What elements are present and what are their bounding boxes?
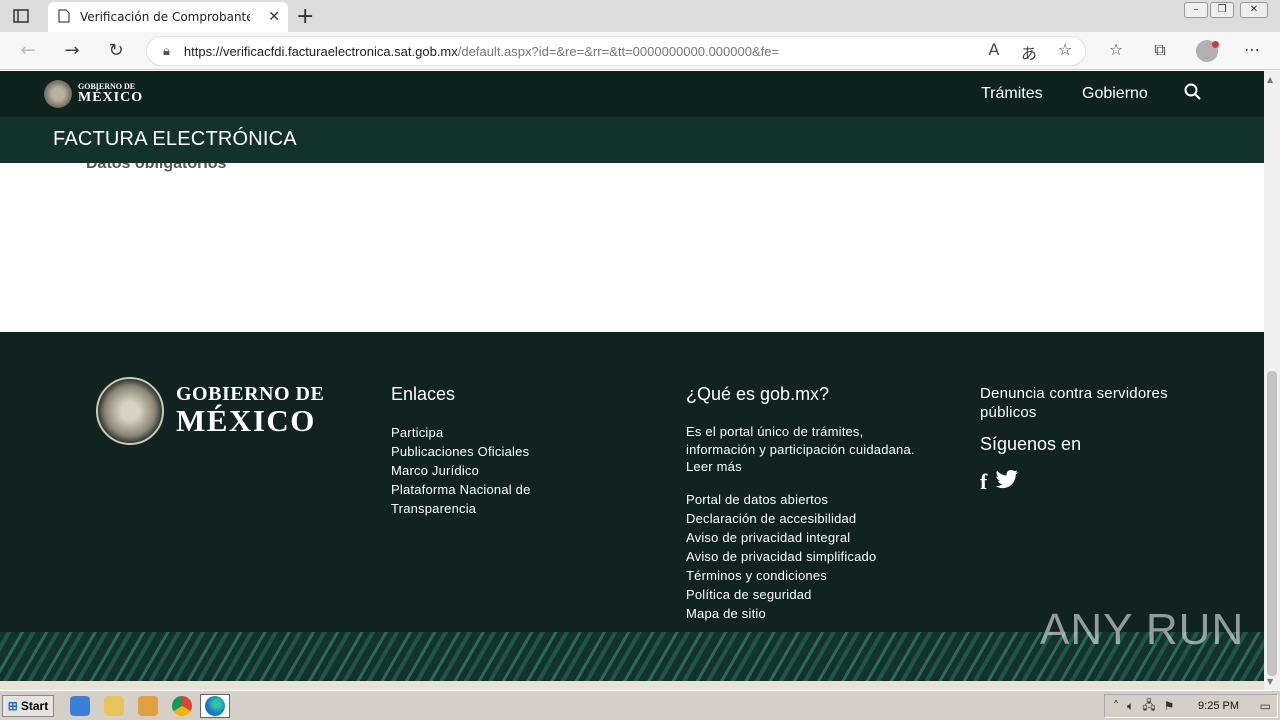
nav-tramites[interactable]: Trámites	[981, 85, 1043, 103]
logo-text-line2: MÉXICO	[78, 90, 144, 105]
edge-icon	[205, 696, 225, 716]
action-center-icon[interactable]: ⚑	[1164, 699, 1175, 713]
profile-status-dot	[1212, 41, 1219, 48]
subheader-bar: FACTURA ELECTRÓNICA	[0, 117, 1264, 163]
more-menu-icon[interactable]: ⋯	[1240, 40, 1264, 59]
footer-logo-line2: MÉXICO	[176, 403, 316, 439]
new-tab-icon[interactable]: +	[296, 4, 314, 29]
facebook-icon[interactable]: f	[980, 469, 987, 495]
scroll-thumb[interactable]	[1267, 371, 1277, 676]
link-publicaciones[interactable]: Publicaciones Oficiales	[391, 442, 591, 461]
back-icon[interactable]: ←	[16, 40, 40, 61]
footer-logo-line1: GOBIERNO DE	[176, 383, 325, 406]
link-terminos[interactable]: Términos y condiciones	[686, 566, 916, 585]
collections-icon[interactable]: ⧉	[1148, 40, 1172, 60]
forward-icon[interactable]: →	[60, 40, 84, 61]
page-icon	[58, 8, 70, 27]
read-aloud-icon[interactable]: A	[982, 40, 1006, 59]
chrome-icon[interactable]	[172, 696, 192, 716]
twitter-icon[interactable]	[995, 469, 1019, 495]
link-seguridad[interactable]: Política de seguridad	[686, 585, 916, 604]
mexico-seal-icon	[44, 80, 72, 108]
browser-tab[interactable]: Verificación de Comprobantes Fi ✕	[48, 2, 288, 32]
close-tab-icon[interactable]: ✕	[268, 9, 280, 25]
page-bottom-strip	[0, 681, 1264, 690]
nav-gobierno[interactable]: Gobierno	[1082, 85, 1148, 103]
gob-header: GOBIERNO DE MÉXICO Trámites Gobierno	[0, 71, 1264, 117]
link-accesibilidad[interactable]: Declaración de accesibilidad	[686, 509, 916, 528]
windows-logo-icon: ⊞	[7, 699, 18, 713]
refresh-icon[interactable]: ↻	[104, 40, 128, 61]
link-denuncia[interactable]: Denuncia contra servidores públicos	[980, 384, 1200, 422]
tab-actions-icon[interactable]	[10, 6, 32, 26]
que-es-paragraph: Es el portal único de trámites, informac…	[686, 424, 915, 474]
page-scrollbar[interactable]: ▲ ▼	[1264, 71, 1280, 690]
translate-icon[interactable]: あ	[1017, 40, 1041, 64]
media-player-icon[interactable]	[138, 696, 158, 716]
favorites-icon[interactable]: ☆	[1104, 40, 1128, 59]
footer-enlaces: Enlaces Participa Publicaciones Oficiale…	[391, 384, 591, 518]
network-icon[interactable]: 🖧	[1142, 696, 1155, 717]
close-window-icon[interactable]: ✕	[1240, 2, 1268, 18]
page-title[interactable]: FACTURA ELECTRÓNICA	[53, 128, 297, 151]
show-desktop-icon[interactable]: ▭	[1260, 699, 1271, 713]
lock-icon[interactable]: 🔒︎	[163, 44, 170, 59]
link-transparencia[interactable]: Plataforma Nacional de Transparencia	[391, 480, 591, 518]
scroll-up-icon[interactable]: ▲	[1267, 75, 1273, 84]
header-logo[interactable]: GOBIERNO DE MÉXICO	[44, 80, 143, 108]
mexico-seal-icon	[96, 377, 164, 445]
footer-social: Denuncia contra servidores públicos Sígu…	[980, 384, 1200, 495]
file-explorer-icon[interactable]	[104, 696, 124, 716]
footer-que-es: ¿Qué es gob.mx? Es el portal único de tr…	[686, 384, 916, 623]
anyrun-watermark: ANY RUN	[1040, 605, 1245, 654]
link-privacidad-integral[interactable]: Aviso de privacidad integral	[686, 528, 916, 547]
restore-icon[interactable]: ❐	[1210, 2, 1234, 18]
link-mapa-sitio[interactable]: Mapa de sitio	[686, 604, 916, 623]
link-marco-juridico[interactable]: Marco Jurídico	[391, 461, 591, 480]
web-page: GOBIERNO DE MÉXICO Trámites Gobierno Dat…	[0, 71, 1264, 681]
link-datos-abiertos[interactable]: Portal de datos abiertos	[686, 490, 916, 509]
browser-tab-bar: Verificación de Comprobantes Fi ✕ + – ❐ …	[0, 0, 1280, 32]
footer-logo[interactable]: GOBIERNO DE MÉXICO	[96, 377, 324, 445]
minimize-icon[interactable]: –	[1184, 2, 1208, 18]
tray-expand-icon[interactable]: ˄	[1113, 699, 1119, 713]
search-icon[interactable]	[1184, 83, 1202, 106]
start-button[interactable]: ⊞ Start	[2, 695, 54, 717]
footer: GOBIERNO DE MÉXICO Enlaces Participa Pub…	[0, 332, 1264, 632]
taskbar-edge-active[interactable]	[200, 694, 230, 718]
tab-title: Verificación de Comprobantes Fi	[80, 10, 250, 24]
link-privacidad-simplificado[interactable]: Aviso de privacidad simplificado	[686, 547, 916, 566]
scroll-down-icon[interactable]: ▼	[1267, 677, 1273, 686]
start-label: Start	[20, 699, 49, 713]
enlaces-heading: Enlaces	[391, 384, 456, 404]
siguenos-heading: Síguenos en	[980, 434, 1082, 454]
volume-icon[interactable]: 🔈︎	[1127, 699, 1134, 714]
system-tray: ˄ 🔈︎ 🖧 ⚑ 9:25 PM ▭	[1104, 694, 1278, 718]
clock[interactable]: 9:25 PM	[1198, 700, 1239, 712]
url-text[interactable]: https://verificacfdi.facturaelectronica.…	[184, 44, 779, 59]
taskbar: ⊞ Start ˄ 🔈︎ 🖧 ⚑ 9:25 PM ▭	[0, 690, 1280, 720]
internet-explorer-icon[interactable]	[70, 696, 90, 716]
add-favorite-icon[interactable]: ☆	[1053, 40, 1077, 59]
link-participa[interactable]: Participa	[391, 423, 591, 442]
address-bar[interactable]: 🔒︎ https://verificacfdi.facturaelectroni…	[146, 36, 1086, 66]
que-es-heading: ¿Qué es gob.mx?	[686, 384, 830, 404]
address-toolbar: ← → ↻ 🔒︎ https://verificacfdi.facturaele…	[0, 32, 1280, 70]
